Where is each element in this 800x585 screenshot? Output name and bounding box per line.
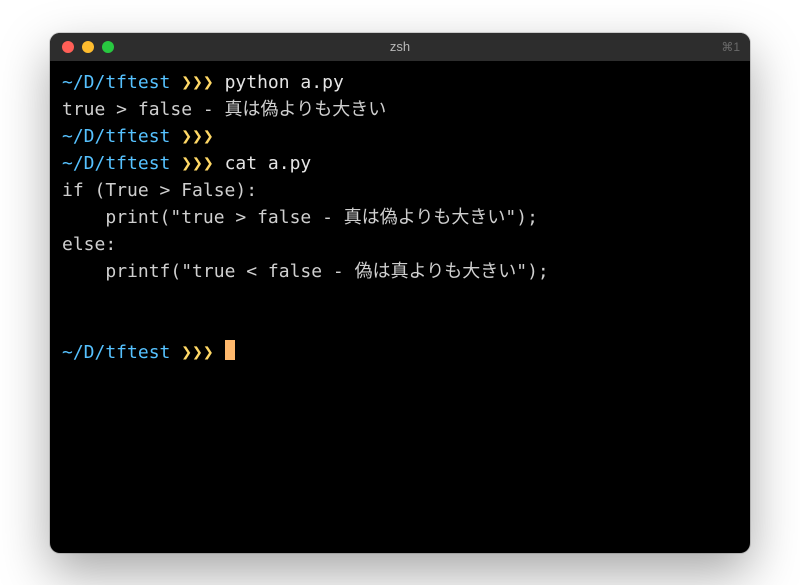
cwd: ~/D/tftest xyxy=(62,126,170,147)
output-line: printf("true < false - 偽は真よりも大きい"); xyxy=(62,258,738,285)
cursor xyxy=(225,340,235,360)
output-line: print("true > false - 真は偽よりも大きい"); xyxy=(62,204,738,231)
cwd: ~/D/tftest xyxy=(62,342,170,363)
traffic-lights xyxy=(50,41,114,53)
output-line: true > false - 真は偽よりも大きい xyxy=(62,96,738,123)
zoom-icon[interactable] xyxy=(102,41,114,53)
terminal-body[interactable]: ~/D/tftest ❯❯❯ python a.py true > false -… xyxy=(50,61,750,553)
blank-line xyxy=(62,312,738,339)
output-text: if (True > False): xyxy=(62,180,257,201)
minimize-icon[interactable] xyxy=(82,41,94,53)
prompt-line: ~/D/tftest ❯❯❯ xyxy=(62,123,738,150)
prompt-line: ~/D/tftest ❯❯❯ python a.py xyxy=(62,69,738,96)
output-line: else: xyxy=(62,231,738,258)
prompt-symbol: ❯❯❯ xyxy=(181,342,214,363)
titlebar: zsh ⌘1 xyxy=(50,33,750,61)
output-text: else: xyxy=(62,234,116,255)
prompt-line: ~/D/tftest ❯❯❯ xyxy=(62,339,738,366)
terminal-window: zsh ⌘1 ~/D/tftest ❯❯❯ python a.py true > … xyxy=(50,33,750,553)
command-text: cat a.py xyxy=(225,153,312,174)
prompt-symbol: ❯❯❯ xyxy=(181,126,214,147)
window-title: zsh xyxy=(50,39,750,54)
output-line: if (True > False): xyxy=(62,177,738,204)
prompt-line: ~/D/tftest ❯❯❯ cat a.py xyxy=(62,150,738,177)
cwd: ~/D/tftest xyxy=(62,153,170,174)
command-text: python a.py xyxy=(225,72,344,93)
cwd: ~/D/tftest xyxy=(62,72,170,93)
prompt-symbol: ❯❯❯ xyxy=(181,72,214,93)
blank-line xyxy=(62,285,738,312)
titlebar-hint: ⌘1 xyxy=(721,40,740,54)
output-text: true > false - 真は偽よりも大きい xyxy=(62,99,386,120)
output-text: printf("true < false - 偽は真よりも大きい"); xyxy=(62,261,549,282)
close-icon[interactable] xyxy=(62,41,74,53)
output-text: print("true > false - 真は偽よりも大きい"); xyxy=(62,207,538,228)
prompt-symbol: ❯❯❯ xyxy=(181,153,214,174)
